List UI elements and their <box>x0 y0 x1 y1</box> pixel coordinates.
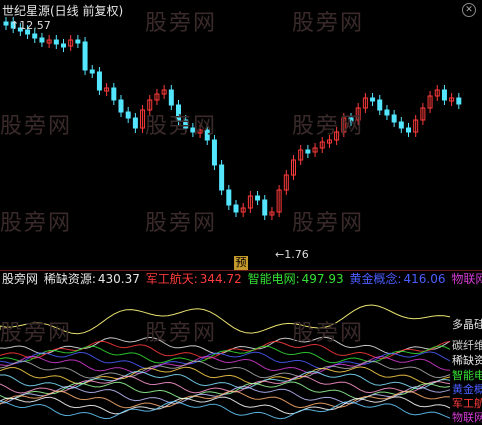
candle-body <box>398 121 404 129</box>
candle-body <box>89 69 95 74</box>
window-title: 世纪星源(日线 前复权) <box>2 4 124 18</box>
watermark: 股旁网 <box>292 321 365 346</box>
candle-body <box>39 37 45 43</box>
candle-body <box>125 111 131 119</box>
line-tag: 碳纤维 <box>452 339 482 352</box>
candle-body <box>233 204 239 213</box>
indicator-legend: 股旁网 稀缺资源: 430.37 军工航天: 344.72 智能电网: 497.93 … <box>0 271 482 287</box>
legend-value-3: 416.06 <box>403 272 446 286</box>
watermark: 股旁网 <box>0 211 73 236</box>
watermark: 股旁网 <box>145 114 218 139</box>
indicator-line <box>0 396 451 415</box>
indicator-name[interactable]: 股旁网 <box>2 272 38 286</box>
line-tag: 多晶硅 <box>452 318 482 331</box>
candle-body <box>132 117 138 129</box>
line-tag: 稀缺资源 <box>452 354 482 367</box>
candle-body <box>118 99 124 113</box>
high-price-label: ↑12.57 <box>10 19 51 32</box>
legend-label-2: 智能电网: <box>247 272 300 286</box>
candle-body <box>219 164 225 191</box>
legend-label-3: 黄金概念: <box>349 272 402 286</box>
watermark: 股旁网 <box>145 321 218 346</box>
candle-body <box>226 189 232 206</box>
candle-body <box>82 41 88 71</box>
indicator-line <box>0 400 451 420</box>
line-tag: 物联网 <box>452 411 482 424</box>
chart-window: 世纪星源(日线 前复权) ✕ 股旁网 股旁网 股旁网 股旁网 股旁网 股旁网 股… <box>0 0 482 425</box>
candle-body <box>305 149 311 154</box>
close-icon[interactable]: ✕ <box>462 3 476 17</box>
candle-body <box>61 43 66 48</box>
candle-body <box>75 39 81 44</box>
candle-body <box>96 71 102 91</box>
candle-body <box>370 97 376 102</box>
candle-body <box>406 127 411 133</box>
watermark: 股旁网 <box>0 114 73 139</box>
legend-label-1: 军工航天: <box>145 272 198 286</box>
low-price-marker: ← <box>275 248 285 261</box>
candle-body <box>3 21 9 26</box>
candle-body <box>456 97 462 105</box>
watermark: 股旁网 <box>292 211 365 236</box>
candle-body <box>255 195 261 201</box>
price-chart <box>0 17 462 420</box>
candle-body <box>53 39 59 45</box>
high-price-value: 12.57 <box>19 19 51 32</box>
forecast-tag[interactable]: 预 <box>234 256 248 270</box>
high-price-marker: ↑ <box>10 19 20 32</box>
candle-body <box>262 199 268 216</box>
candle-body <box>391 114 397 123</box>
candle-body <box>168 89 174 106</box>
candle-body <box>211 139 217 166</box>
candle-body <box>441 89 447 101</box>
candle-body <box>377 99 383 111</box>
legend-value-2: 497.93 <box>301 272 344 286</box>
candle-body <box>32 33 38 39</box>
watermark: 股旁网 <box>0 321 73 346</box>
legend-label-0: 稀缺资源: <box>43 272 96 286</box>
watermark: 股旁网 <box>292 114 365 139</box>
candle-body <box>384 109 390 116</box>
watermark: 股旁网 <box>145 11 218 36</box>
legend-label-4: 物联网 <box>451 272 482 286</box>
legend-value-1: 344.72 <box>199 272 242 286</box>
low-price-label: ←1.76 <box>275 248 309 261</box>
legend-value-0: 430.37 <box>97 272 140 286</box>
candle-body <box>111 87 117 101</box>
watermark: 股旁网 <box>145 211 218 236</box>
watermark: 股旁网 <box>292 11 365 36</box>
low-price-value: 1.76 <box>284 248 309 261</box>
